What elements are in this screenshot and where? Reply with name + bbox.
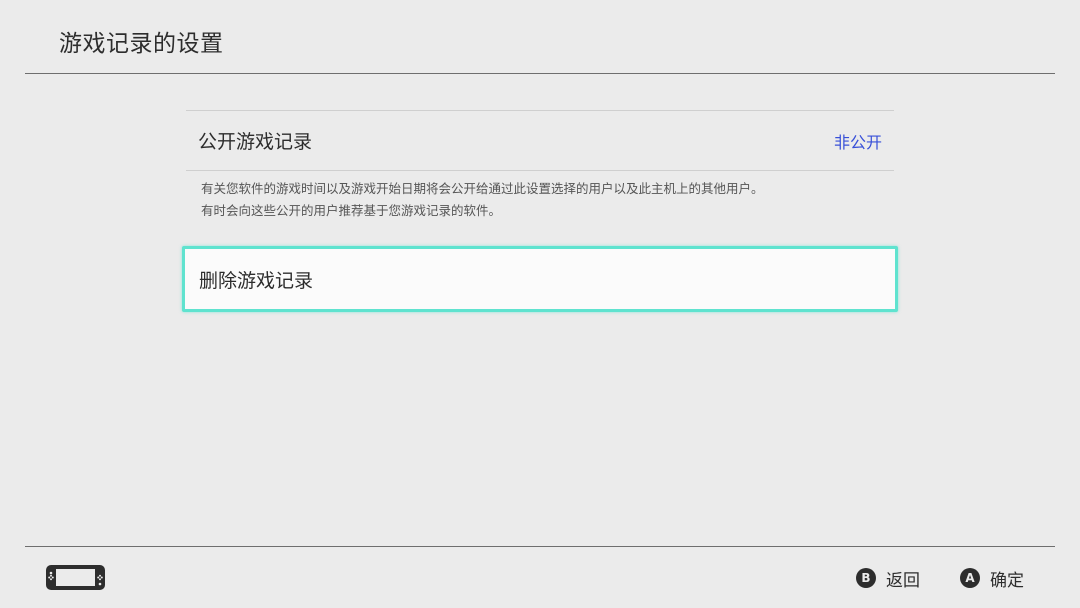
settings-list: 公开游戏记录 非公开 有关您软件的游戏时间以及游戏开始日期将会公开给通过此设置选… xyxy=(186,110,894,234)
public-record-setting[interactable]: 公开游戏记录 非公开 xyxy=(186,111,894,170)
delete-record-button[interactable]: 删除游戏记录 xyxy=(182,246,898,312)
footer-divider xyxy=(25,546,1055,547)
public-record-label: 公开游戏记录 xyxy=(198,131,313,153)
back-label: 返回 xyxy=(886,570,920,591)
description-line: 有关您软件的游戏时间以及游戏开始日期将会公开给通过此设置选择的用户以及此主机上的… xyxy=(201,181,764,196)
header-divider xyxy=(25,73,1055,74)
b-button-icon: B xyxy=(856,568,876,588)
delete-record-label: 删除游戏记录 xyxy=(199,269,314,292)
description-line: 有时会向这些公开的用户推荐基于您游戏记录的软件。 xyxy=(201,203,502,218)
page-title: 游戏记录的设置 xyxy=(59,31,224,57)
public-record-description: 有关您软件的游戏时间以及游戏开始日期将会公开给通过此设置选择的用户以及此主机上的… xyxy=(186,171,894,234)
back-button[interactable]: B 返回 xyxy=(856,566,920,591)
public-record-value: 非公开 xyxy=(833,132,882,152)
confirm-label: 确定 xyxy=(990,570,1024,591)
a-button-icon: A xyxy=(960,568,980,588)
switch-console-icon xyxy=(46,565,105,590)
confirm-button[interactable]: A 确定 xyxy=(960,566,1024,591)
